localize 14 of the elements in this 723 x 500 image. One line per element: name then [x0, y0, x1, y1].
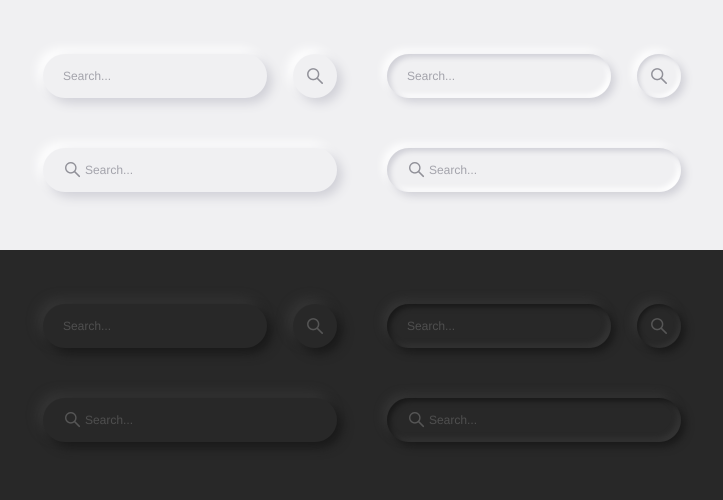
search-icon: [650, 317, 668, 335]
search-icon: [650, 67, 668, 85]
search-icon: [408, 411, 425, 428]
search-icon: [306, 317, 324, 335]
search-field[interactable]: Search...: [387, 54, 611, 98]
search-button[interactable]: [637, 54, 681, 98]
search-field[interactable]: Search...: [43, 54, 267, 98]
search-icon: [408, 161, 425, 178]
search-icon: [64, 411, 81, 428]
search-field[interactable]: Search...: [387, 148, 681, 192]
search-icon: [306, 67, 324, 85]
search-button[interactable]: [637, 304, 681, 348]
search-field[interactable]: Search...: [43, 148, 337, 192]
search-icon: [64, 161, 81, 178]
